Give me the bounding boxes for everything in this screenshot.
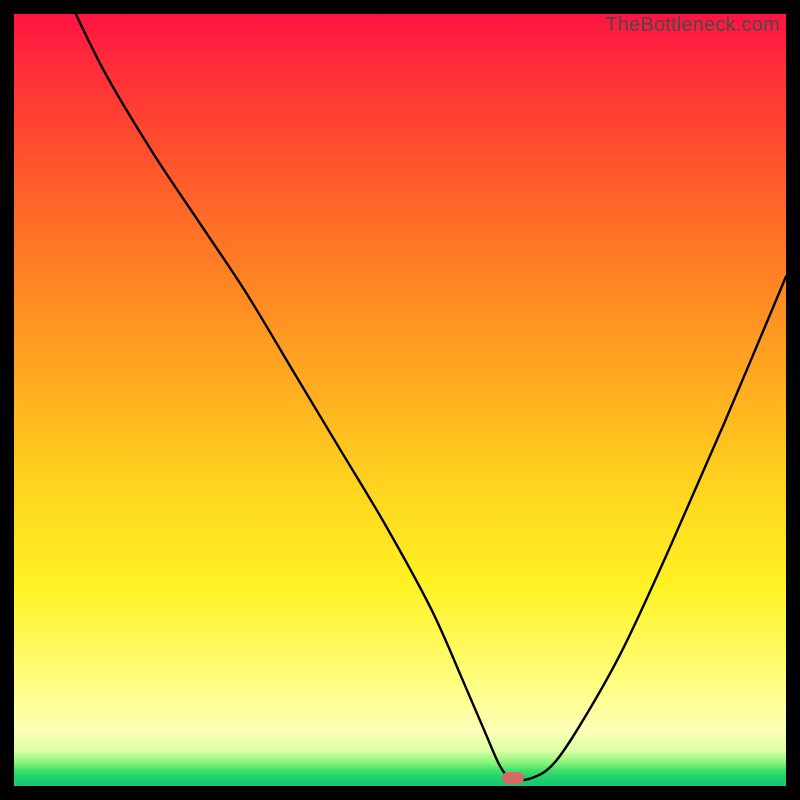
attribution-label: TheBottleneck.com [605,14,780,37]
optimal-point-marker [502,772,524,784]
chart-frame: TheBottleneck.com [0,0,800,800]
chart-plot-area: TheBottleneck.com [14,14,786,786]
bottleneck-curve [14,14,786,786]
